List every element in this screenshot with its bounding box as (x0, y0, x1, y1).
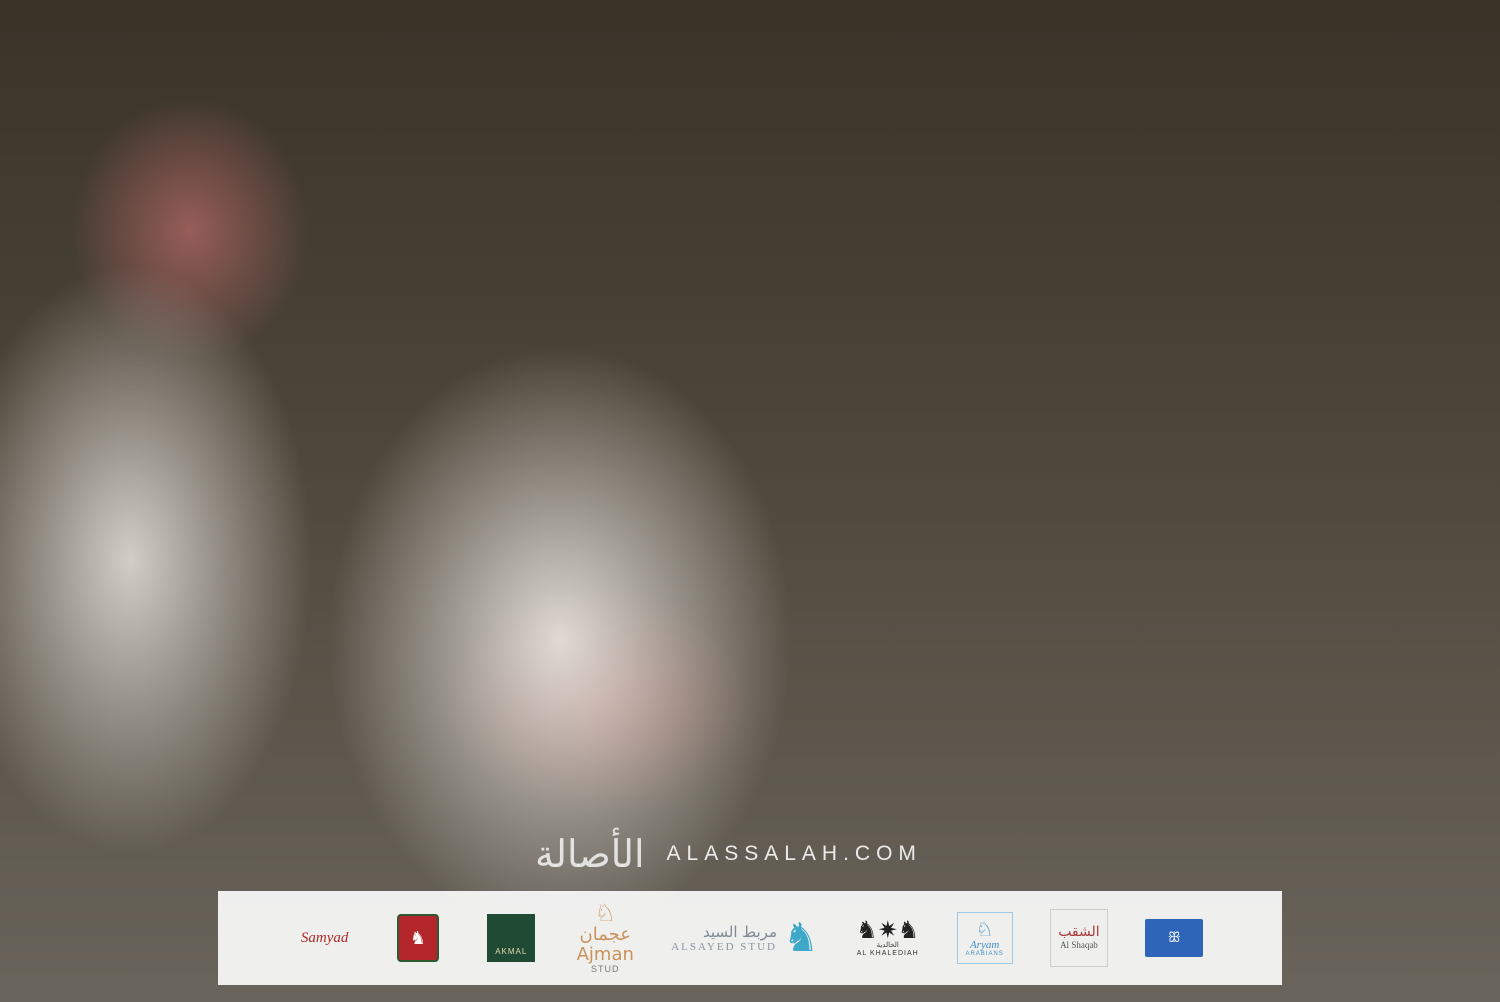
sponsor-logo-blue: ꕥ (1145, 903, 1204, 973)
sponsor-logo-ajman: ♘ عجمان Ajman STUD (576, 899, 634, 974)
sponsor-logo-akmal: AKMAL (483, 903, 539, 973)
akmal-logo-box: AKMAL (487, 914, 536, 962)
ajman-logo-text: Ajman (576, 944, 634, 966)
alsayed-logo-texts: مربط السيد ALSAYED STUD (671, 923, 777, 953)
watermark-arabic-logo: الأصالة (535, 832, 645, 876)
sponsor-logo-emblem: ♞ (390, 903, 446, 973)
horse-emblem-icon: ♞ (396, 914, 439, 962)
khalidiah-logo-arabic: الخالدية (876, 942, 899, 950)
alsayed-logo-english: ALSAYED STUD (671, 941, 777, 953)
sponsor-logo-aryam: ♘ Aryam ARABIANS (956, 912, 1013, 964)
watermark: الأصالة ALASSALAH.COM (535, 832, 922, 876)
khalidiah-logo-sub: AL KHALEDIAH (856, 950, 919, 957)
aryam-logo-sub: ARABIANS (965, 950, 1004, 957)
samyad-logo-text: Samyad (300, 929, 349, 946)
seahorse-icon: ♞ (783, 915, 819, 961)
alsayed-logo-arabic: مربط السيد (702, 923, 777, 941)
akmal-logo-text: AKMAL (495, 947, 528, 956)
monogram-icon: ꕥ (1167, 930, 1181, 946)
sponsor-logo-alsayed: مربط السيد ALSAYED STUD ♞ (671, 903, 819, 973)
horses-crest-icon: ♞✷♞ (856, 916, 920, 945)
alshaqab-logo-arabic: الشقب (1058, 924, 1100, 941)
sponsor-logo-alshaqab: الشقب Al Shaqab (1049, 909, 1108, 967)
sponsor-strip: Samyad ♞ AKMAL ♘ عجمان Ajman STUD مربط ا… (218, 891, 1282, 985)
sponsor-logo-khalidiah: ♞✷♞ الخالدية AL KHALEDIAH (856, 903, 919, 973)
blue-logo-box: ꕥ (1145, 919, 1204, 957)
alshaqab-logo-text: Al Shaqab (1060, 939, 1098, 950)
ajman-logo-sub: STUD (590, 963, 620, 974)
horse-icon: ♘ (975, 916, 994, 941)
aryam-logo-text: Aryam (969, 938, 1000, 951)
watermark-site-text: ALASSALAH.COM (666, 842, 922, 865)
sponsor-logo-samyad: Samyad (297, 903, 353, 973)
ajman-logo-arabic: عجمان (579, 924, 631, 946)
horse-head-icon: ♘ (594, 899, 616, 928)
